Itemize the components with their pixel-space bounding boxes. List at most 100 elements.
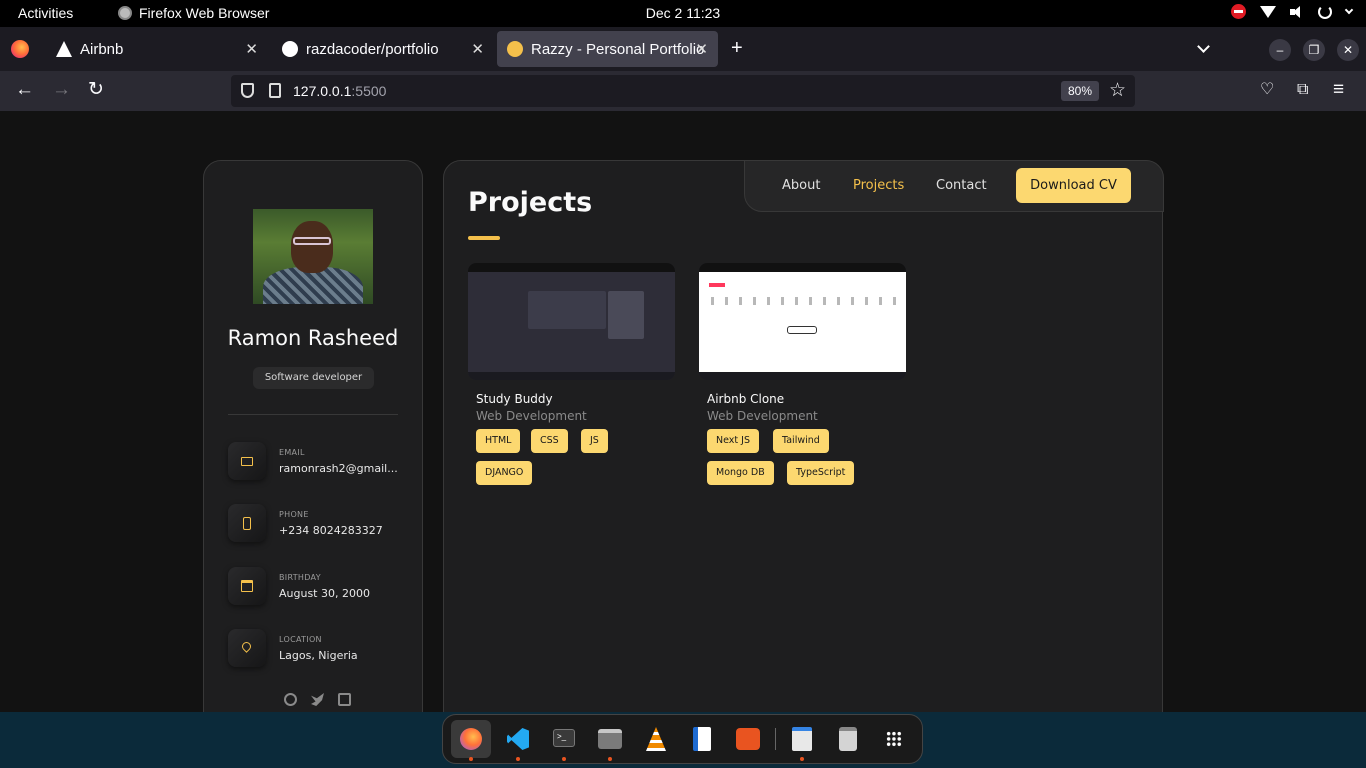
trash-icon: [839, 727, 857, 751]
project-category: Web Development: [707, 409, 818, 423]
hamburger-menu-icon[interactable]: ≡: [1333, 79, 1344, 101]
dock-writer[interactable]: [687, 724, 717, 754]
role-badge: Software developer: [253, 367, 374, 389]
dock-area: >_: [0, 712, 1366, 768]
project-thumbnail[interactable]: [468, 263, 675, 380]
birthday-value: August 30, 2000: [279, 587, 370, 600]
tab-airbnb[interactable]: Airbnb ✕: [46, 31, 268, 67]
system-top-bar: Activities Firefox Web Browser Dec 2 11:…: [0, 0, 1366, 27]
tab-title: razdacoder/portfolio: [306, 40, 439, 58]
airbnb-favicon-icon: [56, 41, 72, 57]
tab-razzy-portfolio[interactable]: Razzy - Personal Portfolio ✕: [497, 31, 718, 67]
email-link[interactable]: ramonrash2@gmail...: [279, 462, 409, 475]
contact-birthday: BIRTHDAY August 30, 2000: [228, 567, 418, 607]
reload-icon[interactable]: ↻: [88, 79, 104, 101]
back-icon[interactable]: ←: [15, 79, 34, 101]
main-navbar: About Projects Contact Download CV: [744, 160, 1164, 212]
contact-label: LOCATION: [279, 635, 322, 644]
dock-show-apps[interactable]: [879, 724, 909, 754]
dock-app-center[interactable]: [733, 724, 763, 754]
tech-tag: Mongo DB: [707, 461, 774, 485]
close-tab-icon[interactable]: ✕: [245, 40, 258, 58]
nav-contact[interactable]: Contact: [936, 178, 987, 193]
dock-firefox[interactable]: [451, 720, 491, 758]
app-center-icon: [736, 728, 760, 750]
url-bar[interactable]: 127.0.0.1:5500 80% ☆: [231, 75, 1135, 107]
app-menu-label: Firefox Web Browser: [139, 5, 270, 21]
title-underline: [468, 236, 500, 240]
url-text[interactable]: 127.0.0.1:5500: [293, 83, 386, 99]
extensions-icon[interactable]: ⧉: [1297, 79, 1308, 101]
profile-sidebar: Ramon Rasheed Software developer EMAIL r…: [203, 160, 423, 712]
app-menu[interactable]: Firefox Web Browser: [118, 5, 269, 21]
text-document-icon: [693, 727, 711, 751]
dock-terminal[interactable]: >_: [549, 724, 579, 754]
nav-about[interactable]: About: [782, 178, 820, 193]
bookmark-star-icon[interactable]: ☆: [1109, 79, 1126, 102]
project-title: Study Buddy: [476, 392, 553, 406]
calendar-icon: [241, 580, 253, 592]
divider: [228, 414, 398, 415]
volume-icon[interactable]: [1290, 5, 1304, 18]
location-pin-icon: [240, 640, 253, 653]
firefox-view-icon[interactable]: [11, 40, 29, 58]
nav-projects[interactable]: Projects: [853, 178, 904, 193]
contact-label: EMAIL: [279, 448, 305, 457]
dock-trash[interactable]: [833, 724, 863, 754]
maximize-icon[interactable]: ❐: [1303, 39, 1325, 61]
tab-github-portfolio[interactable]: razdacoder/portfolio ✕: [272, 31, 494, 67]
power-icon[interactable]: [1318, 4, 1332, 19]
dock-vlc[interactable]: [641, 724, 671, 754]
download-cv-button[interactable]: Download CV: [1016, 168, 1131, 203]
razzy-favicon-icon: [507, 41, 523, 57]
clock[interactable]: Dec 2 11:23: [646, 5, 720, 21]
page-title: Projects: [468, 187, 593, 218]
location-value: Lagos, Nigeria: [279, 649, 358, 662]
tracking-protection-icon[interactable]: [241, 83, 254, 98]
mail-icon: [241, 457, 253, 466]
activities-button[interactable]: Activities: [18, 5, 73, 21]
profile-name: Ramon Rasheed: [227, 326, 399, 350]
vlc-icon: [646, 727, 666, 751]
phone-icon: [243, 517, 251, 530]
new-tab-icon[interactable]: +: [731, 37, 743, 60]
project-category: Web Development: [476, 409, 587, 423]
forward-icon[interactable]: →: [52, 79, 71, 101]
vscode-icon: [507, 728, 529, 750]
zoom-level-button[interactable]: 80%: [1061, 81, 1099, 101]
phone-link[interactable]: +234 8024283327: [279, 524, 409, 537]
chevron-down-icon[interactable]: [1344, 5, 1354, 14]
project-title: Airbnb Clone: [707, 392, 785, 406]
page-viewport: Ramon Rasheed Software developer EMAIL r…: [0, 111, 1366, 712]
linkedin-icon[interactable]: [338, 693, 351, 706]
tab-title: Razzy - Personal Portfolio: [531, 40, 705, 58]
contact-label: BIRTHDAY: [279, 573, 321, 582]
dock-vscode[interactable]: [503, 724, 533, 754]
navigation-toolbar: ← → ↻ 127.0.0.1:5500 80% ☆ ♡ ⧉ ≡: [0, 71, 1366, 111]
social-links: [284, 693, 351, 706]
projects-panel: About Projects Contact Download CV Proje…: [443, 160, 1164, 712]
tech-tag: DJANGO: [476, 461, 533, 485]
system-tray[interactable]: [1231, 4, 1354, 19]
terminal-icon: >_: [553, 729, 575, 747]
tech-tag: CSS: [531, 429, 568, 453]
do-not-disturb-icon[interactable]: [1231, 4, 1246, 19]
firefox-app-icon: [118, 6, 132, 20]
page-info-icon[interactable]: [269, 83, 281, 98]
twitter-icon[interactable]: [311, 693, 324, 706]
tech-tag: JS: [581, 429, 608, 453]
github-icon[interactable]: [284, 693, 297, 706]
wifi-icon[interactable]: [1260, 5, 1276, 18]
dock-files[interactable]: [595, 724, 625, 754]
close-tab-icon[interactable]: ✕: [471, 40, 484, 58]
dock-text-editor[interactable]: [787, 724, 817, 754]
project-thumbnail[interactable]: [699, 263, 906, 380]
pocket-icon[interactable]: ♡: [1260, 79, 1274, 101]
minimize-icon[interactable]: –: [1269, 39, 1291, 61]
tech-tag: Next JS: [707, 429, 759, 453]
list-all-tabs-icon[interactable]: [1197, 40, 1210, 53]
close-tab-icon[interactable]: ✕: [695, 40, 708, 58]
tech-tag: TypeScript: [787, 461, 855, 485]
close-window-icon[interactable]: ✕: [1337, 39, 1359, 61]
github-favicon-icon: [282, 41, 298, 57]
